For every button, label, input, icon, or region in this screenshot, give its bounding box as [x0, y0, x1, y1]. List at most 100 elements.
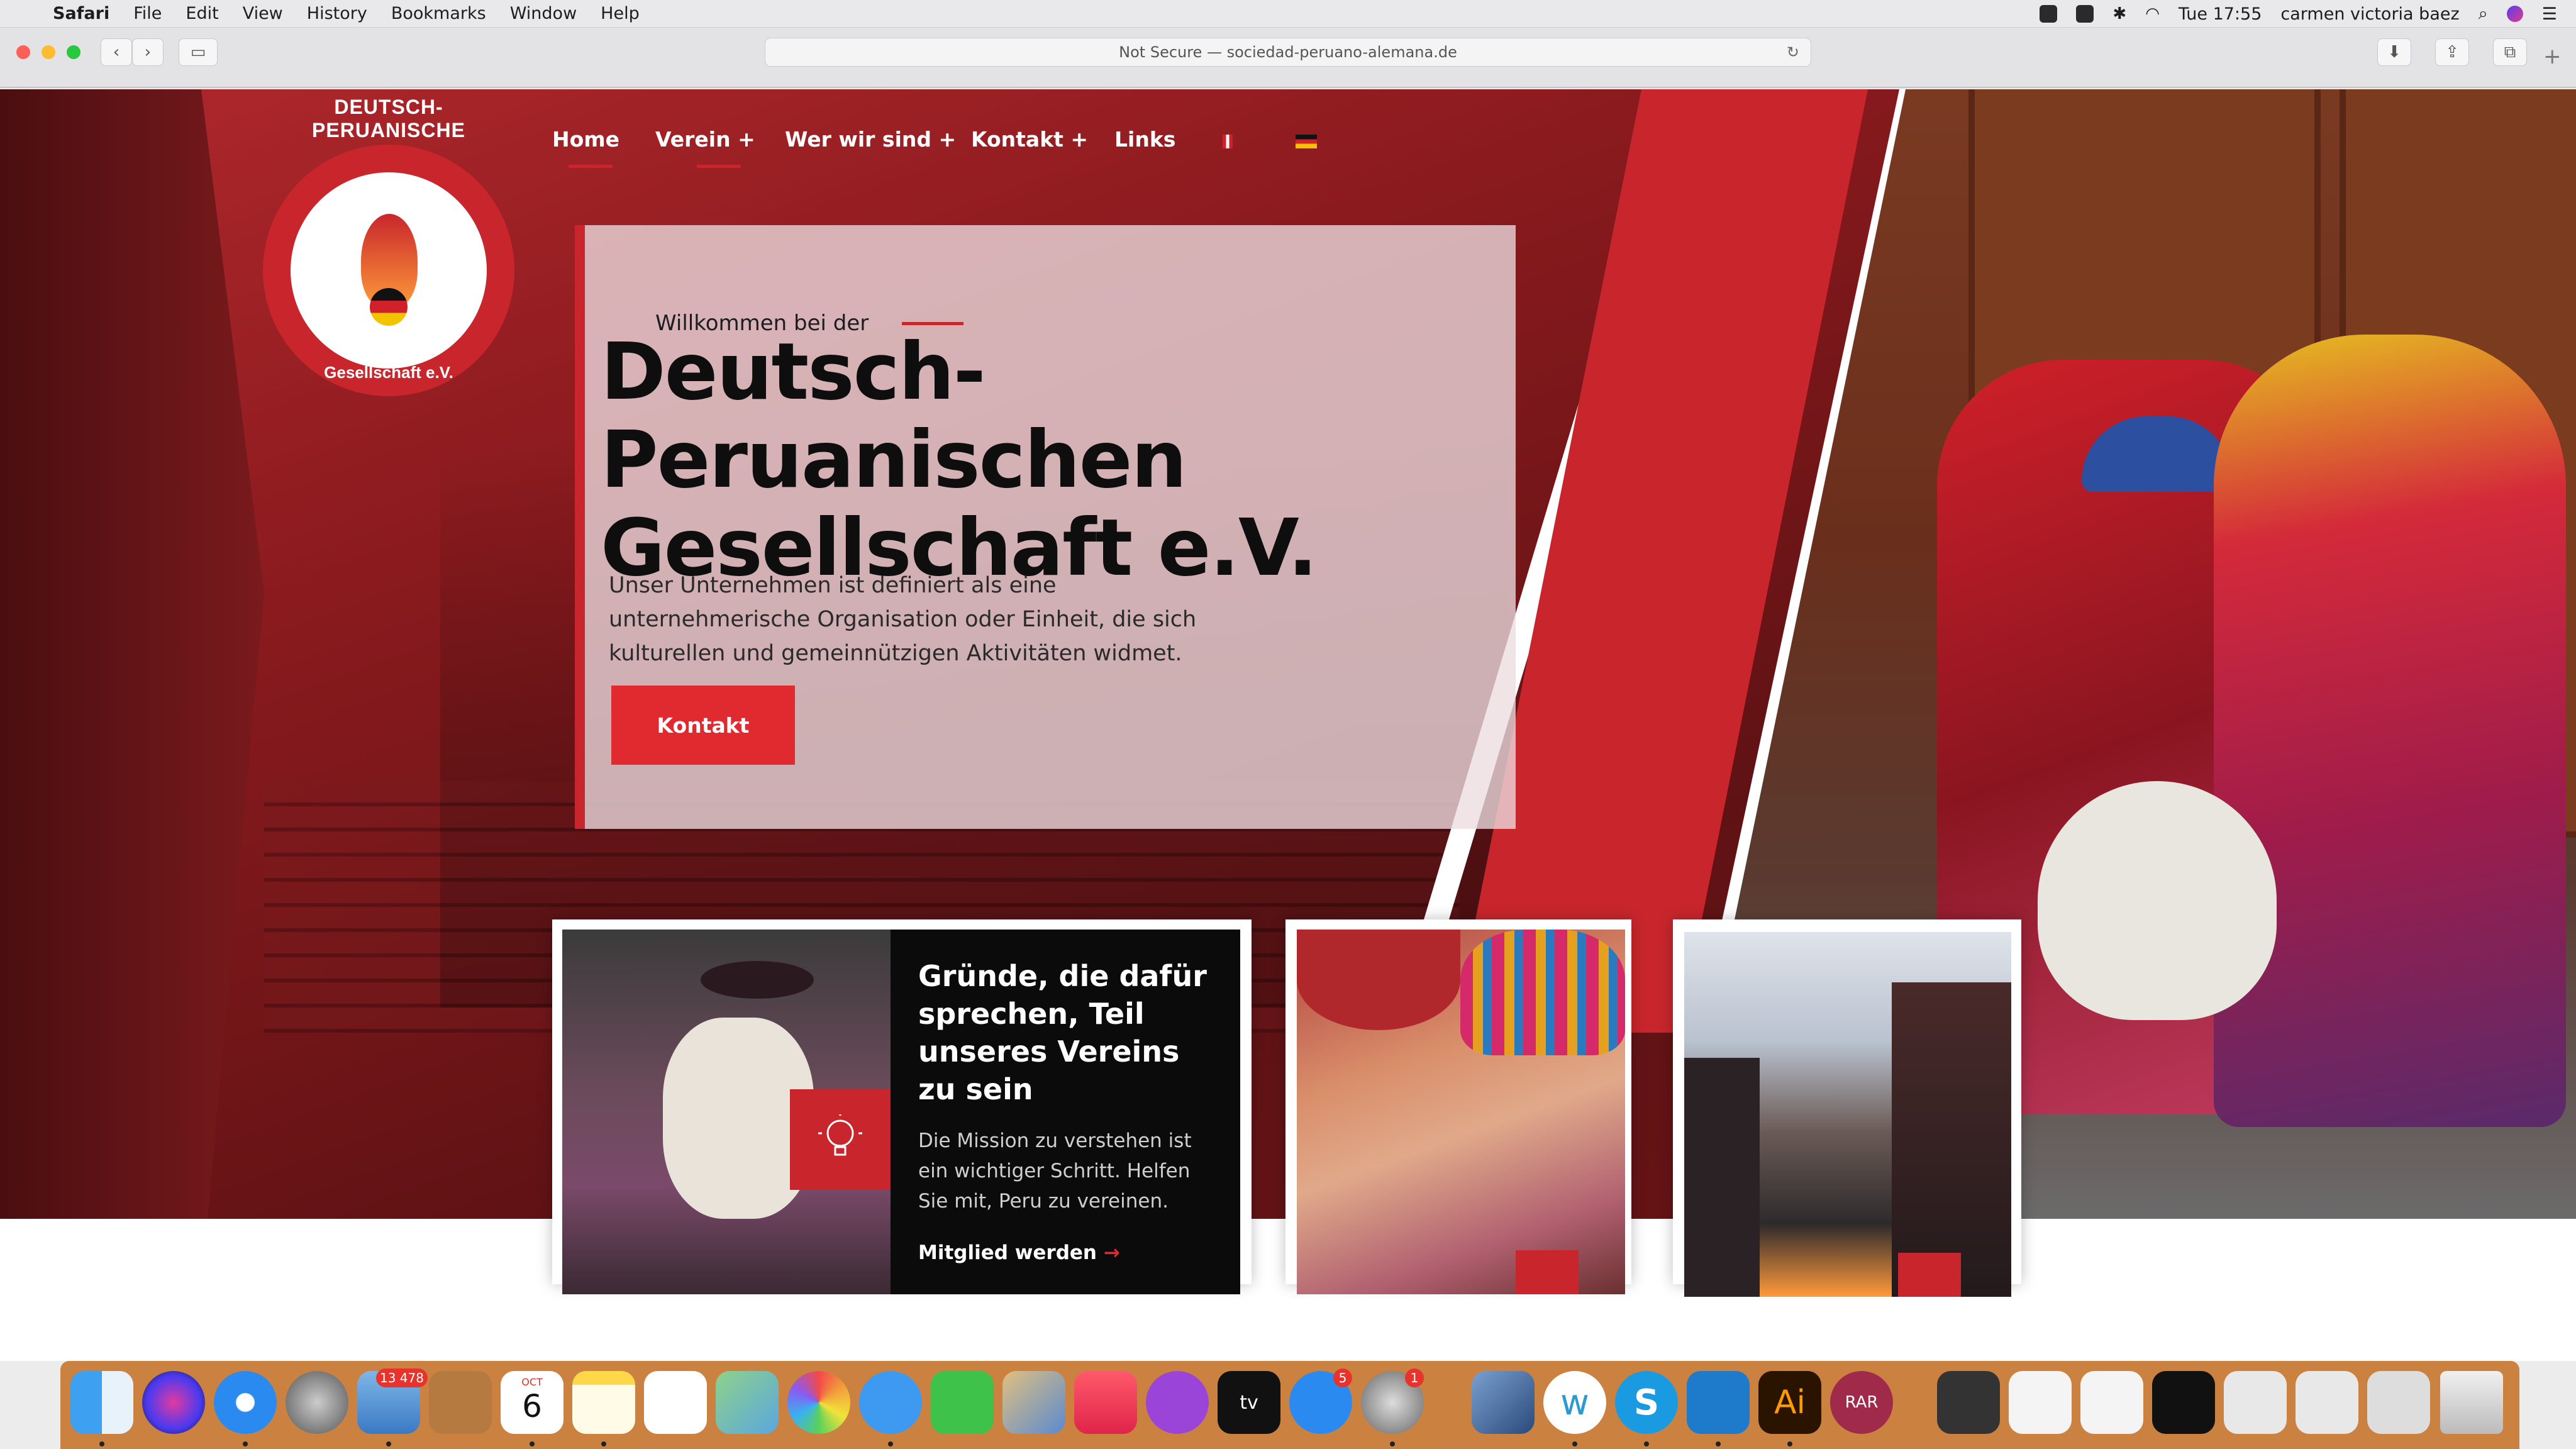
- clock[interactable]: Tue 17:55: [2179, 4, 2262, 24]
- menu-help[interactable]: Help: [601, 4, 640, 23]
- nav-hover-underline: [697, 165, 741, 168]
- notification-center-icon[interactable]: ☰: [2542, 4, 2557, 24]
- back-icon[interactable]: ‹: [101, 38, 132, 66]
- mitglied-werden-label: Mitglied werden: [918, 1241, 1097, 1264]
- logo-subtitle: Gesellschaft e.V.: [324, 363, 453, 382]
- card-title: Gründe, die dafür sprechen, Teil unseres…: [918, 959, 1207, 1106]
- downloads-icon[interactable]: ⬇: [2377, 38, 2411, 66]
- user-name[interactable]: carmen victoria baez: [2280, 4, 2459, 24]
- nav-verein[interactable]: Verein +: [655, 127, 755, 152]
- card-photo-street-sunset: [1684, 932, 2011, 1297]
- nav-kontakt[interactable]: Kontakt +: [971, 127, 1088, 152]
- podcasts-icon[interactable]: [1146, 1371, 1209, 1434]
- menu-view[interactable]: View: [243, 4, 283, 23]
- hat-shape: [701, 961, 814, 999]
- flag-peru-icon[interactable]: [1223, 135, 1233, 148]
- minimized-window-thumbnail[interactable]: [2367, 1371, 2430, 1434]
- rar-extractor-icon[interactable]: RAR: [1830, 1371, 1893, 1434]
- wifi-icon[interactable]: ◠: [2145, 4, 2160, 23]
- baby-llama: [2038, 781, 2277, 1020]
- app-store-badge: 5: [1333, 1368, 1352, 1387]
- nav-wer-wir-sind[interactable]: Wer wir sind +: [785, 127, 956, 152]
- stats-icon[interactable]: [2076, 5, 2094, 23]
- hero-accent-bar: [575, 225, 585, 829]
- nav-active-underline: [569, 165, 613, 168]
- minimized-window-thumbnail[interactable]: [2224, 1371, 2287, 1434]
- calendar-month: OCT: [521, 1376, 543, 1388]
- logo-emblem: [291, 172, 487, 369]
- music-icon[interactable]: [1074, 1371, 1137, 1434]
- cliff-rock: [0, 89, 264, 1219]
- hero-title: Deutsch-Peruanischen Gesellschaft e.V.: [601, 326, 1318, 594]
- forward-icon[interactable]: ›: [132, 38, 164, 66]
- arrow-right-icon: →: [1103, 1241, 1120, 1264]
- logo-title: DEUTSCH-PERUANISCHE: [312, 96, 465, 142]
- building-right: [1892, 982, 2011, 1297]
- bluetooth-icon[interactable]: ✱: [2112, 4, 2126, 23]
- preview-icon[interactable]: [1002, 1371, 1065, 1434]
- launchpad-icon[interactable]: [286, 1371, 348, 1434]
- menu-edit[interactable]: Edit: [186, 4, 218, 23]
- card-photo-women-selfie: [1297, 930, 1625, 1294]
- zoom-window-button[interactable]: [67, 45, 80, 59]
- sidebar-toggle-icon[interactable]: ▭: [179, 38, 218, 66]
- nav-links[interactable]: Links: [1114, 127, 1175, 152]
- skype-icon[interactable]: S: [1615, 1371, 1678, 1434]
- spotlight-icon[interactable]: ⌕: [2479, 4, 2488, 24]
- reminders-icon[interactable]: [644, 1371, 707, 1434]
- close-window-button[interactable]: [16, 45, 30, 59]
- facetime-icon[interactable]: [931, 1371, 994, 1434]
- society-logo[interactable]: DEUTSCH-PERUANISCHE Gesellschaft e.V.: [263, 96, 514, 396]
- colorful-hat-shape: [1460, 930, 1625, 1055]
- mail-badge: 13 478: [376, 1368, 428, 1387]
- mitglied-werden-link[interactable]: Mitglied werden →: [918, 1241, 1120, 1264]
- calendar-icon[interactable]: OCT 6: [501, 1371, 564, 1434]
- menu-history[interactable]: History: [307, 4, 367, 23]
- minimized-window-thumbnail[interactable]: [2296, 1371, 2358, 1434]
- photos-icon[interactable]: [787, 1371, 850, 1434]
- illustrator-icon[interactable]: Ai: [1758, 1371, 1821, 1434]
- menu-file[interactable]: File: [133, 4, 162, 23]
- flag-germany-icon[interactable]: [1296, 135, 1317, 148]
- share-icon[interactable]: ⇪: [2435, 38, 2469, 66]
- address-bar[interactable]: Not Secure — sociedad-peruano-alemana.de…: [765, 38, 1811, 67]
- hero-description: Unser Unternehmen ist definiert als eine…: [609, 573, 1197, 666]
- menu-bar: Safari File Edit View History Bookmarks …: [0, 0, 2576, 28]
- menu-app-safari[interactable]: Safari: [53, 4, 109, 23]
- calendar-day: 6: [522, 1388, 542, 1424]
- finder-icon[interactable]: [70, 1371, 133, 1434]
- german-flag-circle-icon: [370, 288, 408, 326]
- maps-icon[interactable]: [716, 1371, 779, 1434]
- vscode-icon[interactable]: [1687, 1371, 1750, 1434]
- building-left: [1684, 1058, 1760, 1297]
- document-thumbnail[interactable]: [2080, 1371, 2143, 1434]
- siri-icon[interactable]: [2506, 6, 2523, 22]
- word-app-icon[interactable]: w: [1543, 1371, 1606, 1434]
- card-accent: [1516, 1250, 1579, 1294]
- document-thumbnail[interactable]: [2009, 1371, 2072, 1434]
- menu-window[interactable]: Window: [510, 4, 577, 23]
- menu-bookmarks[interactable]: Bookmarks: [391, 4, 486, 23]
- notes-icon[interactable]: [572, 1371, 635, 1434]
- apple-tv-icon[interactable]: tv: [1218, 1371, 1280, 1434]
- messages-icon[interactable]: [859, 1371, 922, 1434]
- new-tab-icon[interactable]: +: [2543, 44, 2562, 69]
- girl-traditional-dress: [2214, 335, 2566, 1127]
- image-capture-icon[interactable]: [1472, 1371, 1535, 1434]
- minimized-window-thumbnail[interactable]: [1937, 1371, 2000, 1434]
- card-text: Die Mission zu verstehen ist ein wichtig…: [918, 1130, 1192, 1213]
- safari-icon[interactable]: [214, 1371, 277, 1434]
- lightbulb-icon: [790, 1089, 891, 1190]
- status-app-icon[interactable]: [2040, 5, 2058, 23]
- contacts-icon[interactable]: [429, 1371, 492, 1434]
- trash-icon[interactable]: [2440, 1371, 2503, 1434]
- tabs-overview-icon[interactable]: ⧉: [2493, 38, 2527, 66]
- siri-dock-icon[interactable]: [142, 1371, 205, 1434]
- card-accent: [1898, 1253, 1961, 1297]
- system-preferences-badge: 1: [1405, 1368, 1424, 1387]
- reload-icon[interactable]: ↻: [1787, 43, 1799, 61]
- kontakt-button[interactable]: Kontakt: [611, 686, 795, 765]
- nav-home[interactable]: Home: [552, 127, 619, 152]
- minimized-window-thumbnail[interactable]: [2152, 1371, 2215, 1434]
- minimize-window-button[interactable]: [42, 45, 55, 59]
